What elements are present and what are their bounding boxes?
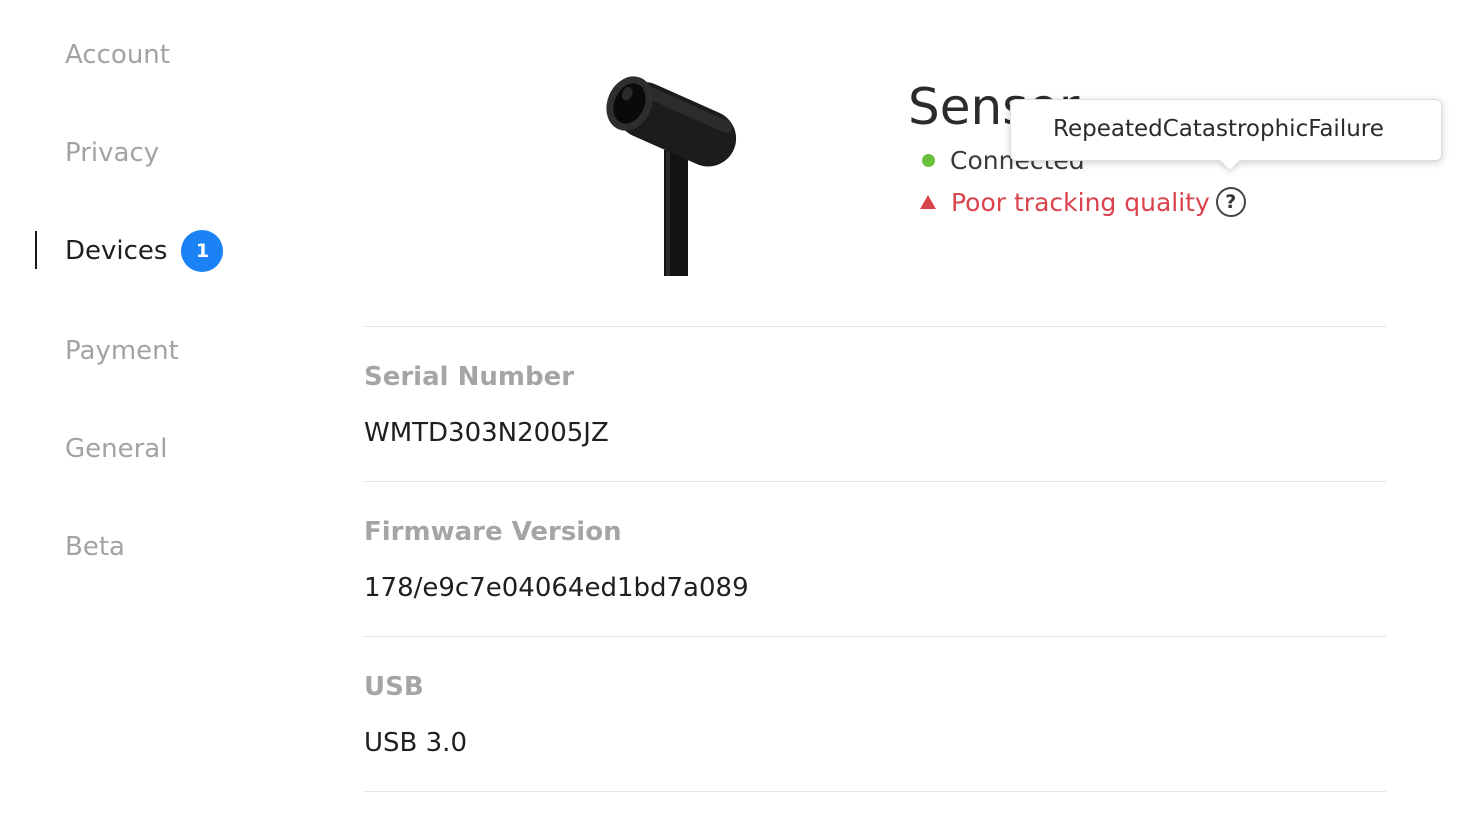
firmware-version-label: Firmware Version <box>364 517 622 547</box>
sidebar-item-beta[interactable]: Beta <box>65 527 125 567</box>
sidebar-item-label: Payment <box>65 336 179 366</box>
sidebar-item-payment[interactable]: Payment <box>65 331 179 371</box>
sidebar-item-account[interactable]: Account <box>65 35 170 75</box>
sidebar-nav: Account Privacy Devices 1 Payment Genera… <box>0 0 330 820</box>
sidebar-item-label: Privacy <box>65 138 160 168</box>
sidebar-item-label: Beta <box>65 532 125 562</box>
firmware-version-value: 178/e9c7e04064ed1bd7a089 <box>364 573 749 603</box>
divider <box>364 326 1386 327</box>
status-warning-label: Poor tracking quality <box>951 187 1210 217</box>
warning-triangle-icon <box>920 195 936 209</box>
help-icon[interactable]: ? <box>1215 187 1246 217</box>
serial-number-label: Serial Number <box>364 362 575 392</box>
divider <box>364 481 1386 482</box>
sidebar-item-devices[interactable]: Devices 1 <box>65 230 224 272</box>
divider <box>364 636 1386 637</box>
notification-badge: 1 <box>181 230 224 272</box>
settings-page: Account Privacy Devices 1 Payment Genera… <box>0 0 1482 820</box>
sidebar-item-general[interactable]: General <box>65 429 167 469</box>
tooltip: RepeatedCatastrophicFailure <box>1010 99 1442 170</box>
sidebar-item-label: Devices <box>65 236 168 266</box>
sidebar-item-label: Account <box>65 40 170 70</box>
sidebar-item-privacy[interactable]: Privacy <box>65 133 159 173</box>
sidebar-item-label: General <box>65 434 168 464</box>
tooltip-caret <box>1220 150 1240 170</box>
sensor-camera-icon <box>606 76 737 276</box>
usb-label: USB <box>364 672 424 702</box>
serial-number-value: WMTD303N2005JZ <box>364 418 609 448</box>
active-indicator <box>35 231 37 269</box>
status-warning: Poor tracking quality ? <box>918 184 1246 220</box>
usb-value: USB 3.0 <box>364 728 467 758</box>
tooltip-text: RepeatedCatastrophicFailure <box>1053 116 1384 142</box>
divider <box>364 791 1386 792</box>
connected-dot-icon <box>922 153 935 167</box>
